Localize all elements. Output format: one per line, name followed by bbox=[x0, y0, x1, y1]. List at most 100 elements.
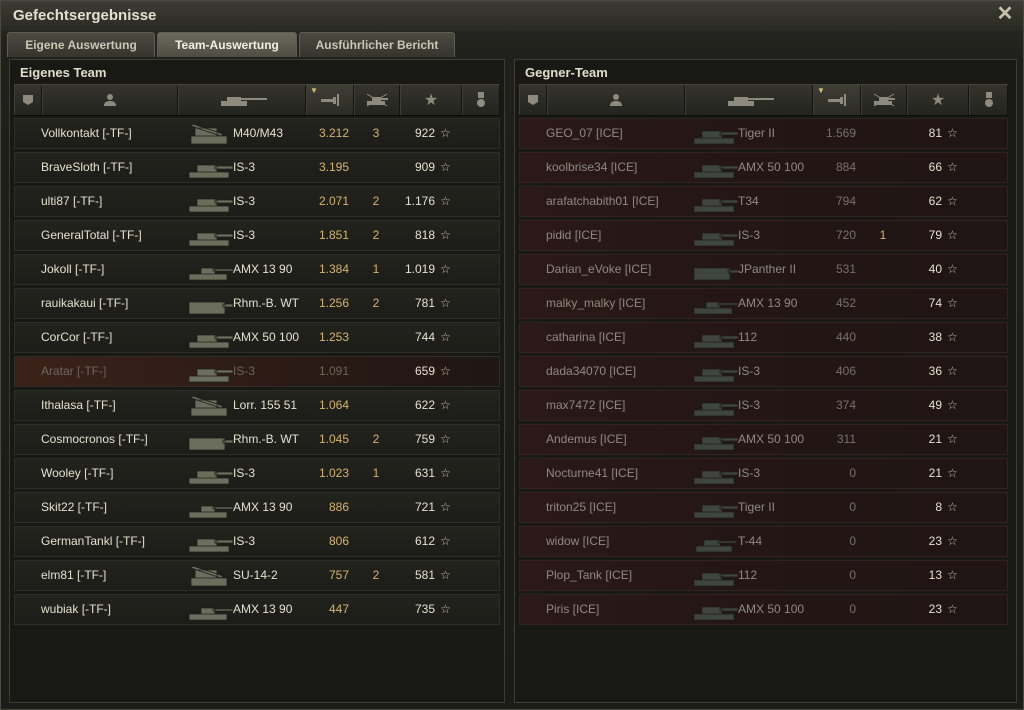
player-row[interactable]: Aratar [-TF-] IS-3 1.091 659 ☆ bbox=[14, 356, 500, 387]
player-name: arafatchabith01 [ICE] bbox=[546, 194, 659, 208]
star-icon[interactable]: ★ bbox=[400, 85, 462, 115]
tank-image-icon bbox=[695, 539, 737, 553]
player-row[interactable]: GermanTankl [-TF-] IS-3 806 612 ☆ bbox=[14, 526, 500, 557]
tank-name: IS-3 bbox=[738, 398, 761, 412]
enemy-team-title: Gegner-Team bbox=[525, 65, 608, 80]
tank-image-icon bbox=[188, 470, 234, 485]
player-row[interactable]: BraveSloth [-TF-] IS-3 3.195 909 ☆ bbox=[14, 152, 500, 183]
medal-icon[interactable] bbox=[462, 85, 500, 115]
star-icon: ☆ bbox=[440, 262, 451, 276]
star-icon: ☆ bbox=[440, 364, 451, 378]
tank-image-icon bbox=[188, 301, 234, 315]
player-row[interactable]: rauikakaui [-TF-] Rhm.-B. WT 1.256 2 781 ☆ bbox=[14, 288, 500, 319]
tank-icon[interactable] bbox=[178, 85, 306, 115]
tank-image-icon bbox=[693, 267, 739, 281]
damage-value: 1.256 bbox=[318, 296, 349, 310]
player-row[interactable]: pidid [ICE] IS-3 720 1 79 ☆ bbox=[519, 220, 1008, 251]
tank-name: JPanther II bbox=[738, 262, 797, 276]
player-row[interactable]: Ithalasa [-TF-] Lorr. 155 51 1.064 622 ☆ bbox=[14, 390, 500, 421]
star-icon: ☆ bbox=[440, 500, 451, 514]
player-row[interactable]: Darian_eVoke [ICE] JPanther II 531 40 ☆ bbox=[519, 254, 1008, 285]
player-row[interactable]: Jokoll [-TF-] AMX 13 90 1.384 1 1.019 ☆ bbox=[14, 254, 500, 285]
tank-image-icon bbox=[190, 395, 228, 417]
player-row[interactable]: GEO_07 [ICE] Tiger II 1.569 81 ☆ bbox=[519, 118, 1008, 149]
player-row[interactable]: Vollkontakt [-TF-] M40/M43 3.212 3 922 ☆ bbox=[14, 118, 500, 149]
player-row[interactable]: Wooley [-TF-] IS-3 1.023 1 631 ☆ bbox=[14, 458, 500, 489]
tank-name: IS-3 bbox=[738, 466, 761, 480]
player-row[interactable]: ulti87 [-TF-] IS-3 2.071 2 1.176 ☆ bbox=[14, 186, 500, 217]
score-value: 659 bbox=[414, 364, 435, 378]
kills-value bbox=[366, 527, 386, 556]
star-icon: ☆ bbox=[947, 126, 958, 140]
player-row[interactable]: Skit22 [-TF-] AMX 13 90 886 721 ☆ bbox=[14, 492, 500, 523]
tank-name: IS-3 bbox=[233, 364, 256, 378]
tank-icon[interactable] bbox=[685, 85, 813, 115]
tank-image-icon bbox=[188, 232, 234, 247]
player-row[interactable]: CorCor [-TF-] AMX 50 100 1.253 744 ☆ bbox=[14, 322, 500, 353]
tank-name: IS-3 bbox=[233, 228, 256, 242]
score-value: 1.019 bbox=[404, 262, 435, 276]
player-icon[interactable] bbox=[42, 85, 178, 115]
player-row[interactable]: GeneralTotal [-TF-] IS-3 1.851 2 818 ☆ bbox=[14, 220, 500, 251]
player-row[interactable]: koolbrise34 [ICE] AMX 50 100 884 66 ☆ bbox=[519, 152, 1008, 183]
kills-value bbox=[366, 595, 386, 624]
tab-label: Eigene Auswertung bbox=[25, 38, 137, 52]
damage-icon[interactable]: ▼ bbox=[813, 85, 861, 115]
kills-icon[interactable] bbox=[861, 85, 907, 115]
player-row[interactable]: wubiak [-TF-] AMX 13 90 447 735 ☆ bbox=[14, 594, 500, 625]
battle-results-window: Gefechtsergebnisse ✕ Eigene Auswertung T… bbox=[0, 0, 1024, 710]
player-row[interactable]: arafatchabith01 [ICE] T34 794 62 ☆ bbox=[519, 186, 1008, 217]
player-icon[interactable] bbox=[547, 85, 685, 115]
tank-name: Rhm.-B. WT bbox=[233, 296, 299, 310]
damage-value: 1.253 bbox=[318, 330, 349, 344]
player-row[interactable]: Andemus [ICE] AMX 50 100 311 21 ☆ bbox=[519, 424, 1008, 455]
tank-name: AMX 50 100 bbox=[738, 160, 805, 174]
player-row[interactable]: max7472 [ICE] IS-3 374 49 ☆ bbox=[519, 390, 1008, 421]
close-icon[interactable]: ✕ bbox=[995, 4, 1015, 24]
score-value: 922 bbox=[414, 126, 435, 140]
title-bar: Gefechtsergebnisse ✕ bbox=[1, 1, 1023, 31]
player-name: Piris [ICE] bbox=[546, 602, 600, 616]
player-row[interactable]: Nocturne41 [ICE] IS-3 0 21 ☆ bbox=[519, 458, 1008, 489]
score-value: 66 bbox=[928, 160, 942, 174]
score-value: 62 bbox=[928, 194, 942, 208]
damage-value: 452 bbox=[835, 296, 856, 310]
medal-icon[interactable] bbox=[969, 85, 1008, 115]
star-icon: ☆ bbox=[947, 534, 958, 548]
player-row[interactable]: dada34070 [ICE] IS-3 406 36 ☆ bbox=[519, 356, 1008, 387]
player-row[interactable]: malky_malky [ICE] AMX 13 90 452 74 ☆ bbox=[519, 288, 1008, 319]
tank-name: SU-14-2 bbox=[233, 568, 278, 582]
player-row[interactable]: triton25 [ICE] Tiger II 0 8 ☆ bbox=[519, 492, 1008, 523]
score-value: 721 bbox=[414, 500, 435, 514]
star-icon[interactable]: ★ bbox=[907, 85, 969, 115]
player-row[interactable]: Plop_Tank [ICE] 112 0 13 ☆ bbox=[519, 560, 1008, 591]
damage-value: 1.064 bbox=[318, 398, 349, 412]
squad-icon[interactable] bbox=[519, 85, 547, 115]
squad-icon[interactable] bbox=[14, 85, 42, 115]
damage-icon[interactable]: ▼ bbox=[306, 85, 354, 115]
tank-name: M40/M43 bbox=[233, 126, 284, 140]
tank-image-icon bbox=[188, 505, 234, 519]
tab-ausfuehrlicher-bericht[interactable]: Ausführlicher Bericht bbox=[299, 32, 455, 57]
player-name: koolbrise34 [ICE] bbox=[546, 160, 638, 174]
kills-icon[interactable] bbox=[354, 85, 400, 115]
damage-value: 0 bbox=[849, 466, 856, 480]
tab-eigene-auswertung[interactable]: Eigene Auswertung bbox=[7, 32, 155, 57]
player-row[interactable]: elm81 [-TF-] SU-14-2 757 2 581 ☆ bbox=[14, 560, 500, 591]
star-icon: ☆ bbox=[440, 466, 451, 480]
player-row[interactable]: Piris [ICE] AMX 50 100 0 23 ☆ bbox=[519, 594, 1008, 625]
star-icon: ☆ bbox=[947, 228, 958, 242]
damage-value: 0 bbox=[849, 568, 856, 582]
damage-value: 311 bbox=[836, 432, 856, 446]
player-row[interactable]: Cosmocronos [-TF-] Rhm.-B. WT 1.045 2 759 ☆ bbox=[14, 424, 500, 455]
damage-value: 440 bbox=[835, 330, 856, 344]
tab-team-auswertung[interactable]: Team-Auswertung bbox=[157, 32, 297, 57]
player-row[interactable]: catharina [ICE] 112 440 38 ☆ bbox=[519, 322, 1008, 353]
kills-value bbox=[873, 493, 893, 522]
player-name: Cosmocronos [-TF-] bbox=[41, 432, 148, 446]
tank-image-icon bbox=[693, 198, 739, 213]
tank-name: IS-3 bbox=[233, 466, 256, 480]
player-row[interactable]: widow [ICE] T-44 0 23 ☆ bbox=[519, 526, 1008, 557]
tank-image-icon bbox=[693, 334, 739, 349]
tank-name: 112 bbox=[738, 568, 758, 582]
